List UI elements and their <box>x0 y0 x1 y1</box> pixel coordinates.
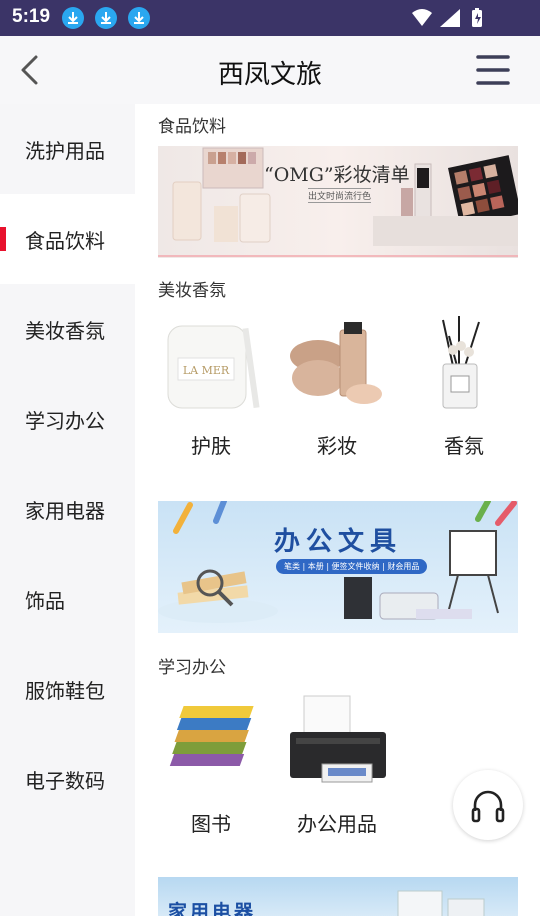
sidebar-item-electronics[interactable]: 电子数码 <box>0 734 135 824</box>
download-icon <box>95 7 117 29</box>
grid-item-label: 香氛 <box>444 434 484 458</box>
app-header: 西凤文旅 <box>0 36 540 104</box>
grid-item-label: 图书 <box>191 812 231 836</box>
status-bar: 5:19 <box>0 0 540 36</box>
headset-icon <box>471 790 505 823</box>
sidebar-item-toiletries[interactable]: 洗护用品 <box>0 104 135 194</box>
wifi-icon <box>412 9 432 26</box>
grid-item-label: 护肤 <box>191 434 231 458</box>
sidebar-item-label: 饰品 <box>25 588 65 613</box>
skincare-thumbnail: LA MER <box>156 316 266 416</box>
download-icon <box>128 7 150 29</box>
banner-office-supplies[interactable]: 办公文具 笔类 | 本册 | 便签文件收纳 | 财会用品 <box>158 501 518 633</box>
grid-item-fragrance[interactable]: 香氛 <box>409 316 519 459</box>
sidebar-item-label: 美妆香氛 <box>25 318 105 343</box>
banner-appliances[interactable]: 家用电器 <box>158 877 518 916</box>
sidebar-item-jewelry[interactable]: 饰品 <box>0 554 135 644</box>
status-icons <box>410 7 500 33</box>
banner-makeup-title: “OMG”彩妆清单 <box>264 164 410 186</box>
sidebar-item-label: 电子数码 <box>25 768 105 793</box>
menu-button[interactable] <box>476 54 510 86</box>
grid-item-label: 彩妆 <box>317 434 357 458</box>
sidebar-item-apparel[interactable]: 服饰鞋包 <box>0 644 135 734</box>
download-icon <box>62 7 84 29</box>
books-thumbnail <box>156 694 266 794</box>
battery-icon <box>472 8 482 27</box>
svg-text:LA MER: LA MER <box>183 364 230 377</box>
category-sidebar: 洗护用品 食品饮料 美妆香氛 学习办公 家用电器 饰品 服饰鞋包 电子数码 <box>0 104 135 916</box>
makeup-thumbnail <box>282 316 392 416</box>
sidebar-item-food[interactable]: 食品饮料 <box>0 194 135 284</box>
sidebar-item-study-office[interactable]: 学习办公 <box>0 374 135 464</box>
grid-item-books[interactable]: 图书 <box>156 694 266 837</box>
sidebar-item-label: 服饰鞋包 <box>25 678 105 703</box>
banner-makeup-subtitle: 出文时尚流行色 <box>308 188 372 203</box>
status-time: 5:19 <box>12 6 51 27</box>
signal-icon <box>440 9 460 27</box>
sidebar-item-beauty[interactable]: 美妆香氛 <box>0 284 135 374</box>
sidebar-item-appliances[interactable]: 家用电器 <box>0 464 135 554</box>
sidebar-item-label: 学习办公 <box>25 408 105 433</box>
banner-office-subtitle: 笔类 | 本册 | 便签文件收纳 | 财会用品 <box>276 559 428 574</box>
active-indicator <box>0 227 6 251</box>
page-title: 西凤文旅 <box>217 60 322 90</box>
section-title-study: 学习办公 <box>158 658 226 678</box>
grid-item-office-supplies[interactable]: 办公用品 <box>282 694 392 837</box>
sidebar-item-label: 家用电器 <box>25 498 105 523</box>
sidebar-item-label: 洗护用品 <box>25 138 105 163</box>
sidebar-item-label: 食品饮料 <box>25 228 105 253</box>
grid-item-label: 办公用品 <box>297 812 377 836</box>
banner-office-title: 办公文具 <box>273 527 402 557</box>
grid-item-skincare[interactable]: LA MER 护肤 <box>156 316 266 459</box>
fragrance-thumbnail <box>409 316 519 416</box>
printer-thumbnail <box>282 694 392 794</box>
section-title-food: 食品饮料 <box>158 117 226 137</box>
appliances-banner-graphic <box>397 890 485 916</box>
customer-service-button[interactable] <box>453 770 523 840</box>
banner-makeup[interactable]: “OMG”彩妆清单 出文时尚流行色 <box>158 146 518 258</box>
grid-item-makeup[interactable]: 彩妆 <box>282 316 392 459</box>
hamburger-menu-icon <box>476 55 510 85</box>
section-title-beauty: 美妆香氛 <box>158 281 226 301</box>
